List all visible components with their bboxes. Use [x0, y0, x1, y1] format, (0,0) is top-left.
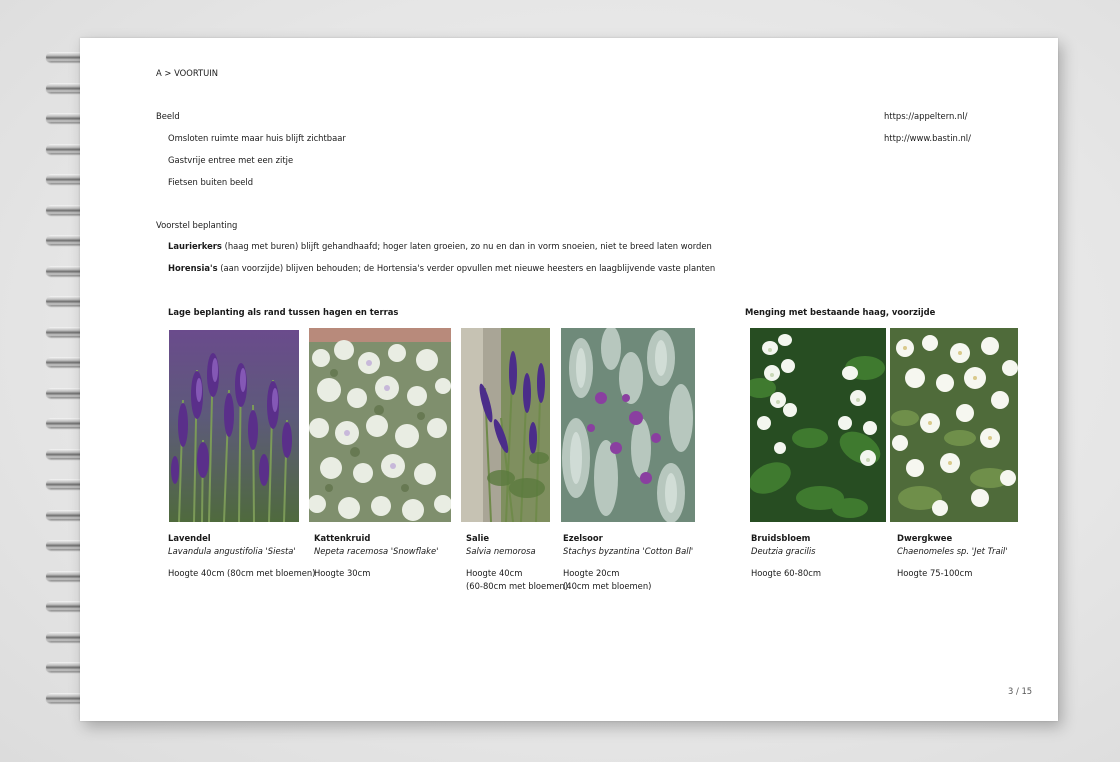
beeld-item: Fietsen buiten beeld	[168, 177, 254, 187]
voorstel-text: (aan voorzijde) blijven behouden; de Hor…	[217, 263, 716, 273]
plant-latin: Salvia nemorosa	[466, 546, 536, 556]
plant-height-note: (40cm met bloemen)	[563, 581, 652, 591]
plant-latin: Stachys byzantina 'Cotton Ball'	[563, 546, 694, 556]
plant-name: Bruidsbloem	[751, 533, 811, 543]
link-bastin[interactable]: http://www.bastin.nl/	[884, 133, 971, 144]
chaenomeles-photo	[890, 328, 1018, 522]
voorstel-line: Horensia's (aan voorzijde) blijven behou…	[168, 263, 715, 274]
section-heading-left: Lage beplanting als rand tussen hagen en…	[168, 307, 399, 317]
plant-latin: Deutzia gracilis	[751, 546, 816, 556]
page-number: 3 / 15	[1008, 686, 1033, 696]
beeld-item: Omsloten ruimte maar huis blijft zichtba…	[168, 133, 346, 143]
plant-name: Salie	[466, 533, 490, 543]
voorstel-plant: Horensia's	[168, 263, 218, 273]
notebook-page: A > VOORTUIN Beeld Omsloten ruimte maar …	[80, 38, 1058, 721]
plant-height-note: (60-80cm met bloemen)	[466, 581, 569, 591]
plant-height: Hoogte 75-100cm	[897, 568, 973, 578]
section-heading-right: Menging met bestaande haag, voorzijde	[745, 307, 936, 317]
voorstel-heading: Voorstel beplanting	[156, 220, 238, 230]
salvia-photo	[461, 328, 550, 522]
link-appeltern[interactable]: https://appeltern.nl/	[884, 111, 967, 122]
nepeta-photo	[309, 328, 451, 522]
voorstel-text: (haag met buren) blijft gehandhaafd; hog…	[221, 241, 712, 251]
plant-name: Kattenkruid	[314, 533, 371, 543]
plant-name: Ezelsoor	[563, 533, 603, 543]
plant-latin: Chaenomeles sp. 'Jet Trail'	[897, 546, 1008, 556]
stachys-photo	[561, 328, 695, 522]
beeld-heading: Beeld	[156, 111, 180, 121]
plant-height: Hoogte 40cm (80cm met bloemen)	[168, 568, 316, 578]
voorstel-plant: Laurierkers	[168, 241, 222, 251]
plant-height: Hoogte 20cm	[563, 568, 620, 578]
lavender-photo	[169, 330, 299, 522]
plant-height: Hoogte 60-80cm	[751, 568, 822, 578]
plant-latin: Lavandula angustifolia 'Siesta'	[168, 546, 296, 556]
breadcrumb: A > VOORTUIN	[156, 68, 219, 78]
beeld-item: Gastvrije entree met een zitje	[168, 155, 294, 165]
voorstel-line: Laurierkers (haag met buren) blijft geha…	[168, 241, 712, 252]
plant-height: Hoogte 30cm	[314, 568, 371, 578]
plant-height: Hoogte 40cm	[466, 568, 523, 578]
plant-name: Lavendel	[168, 533, 211, 543]
plant-name: Dwergkwee	[897, 533, 953, 543]
plant-latin: Nepeta racemosa 'Snowflake'	[314, 546, 439, 556]
deutzia-photo	[750, 328, 886, 522]
